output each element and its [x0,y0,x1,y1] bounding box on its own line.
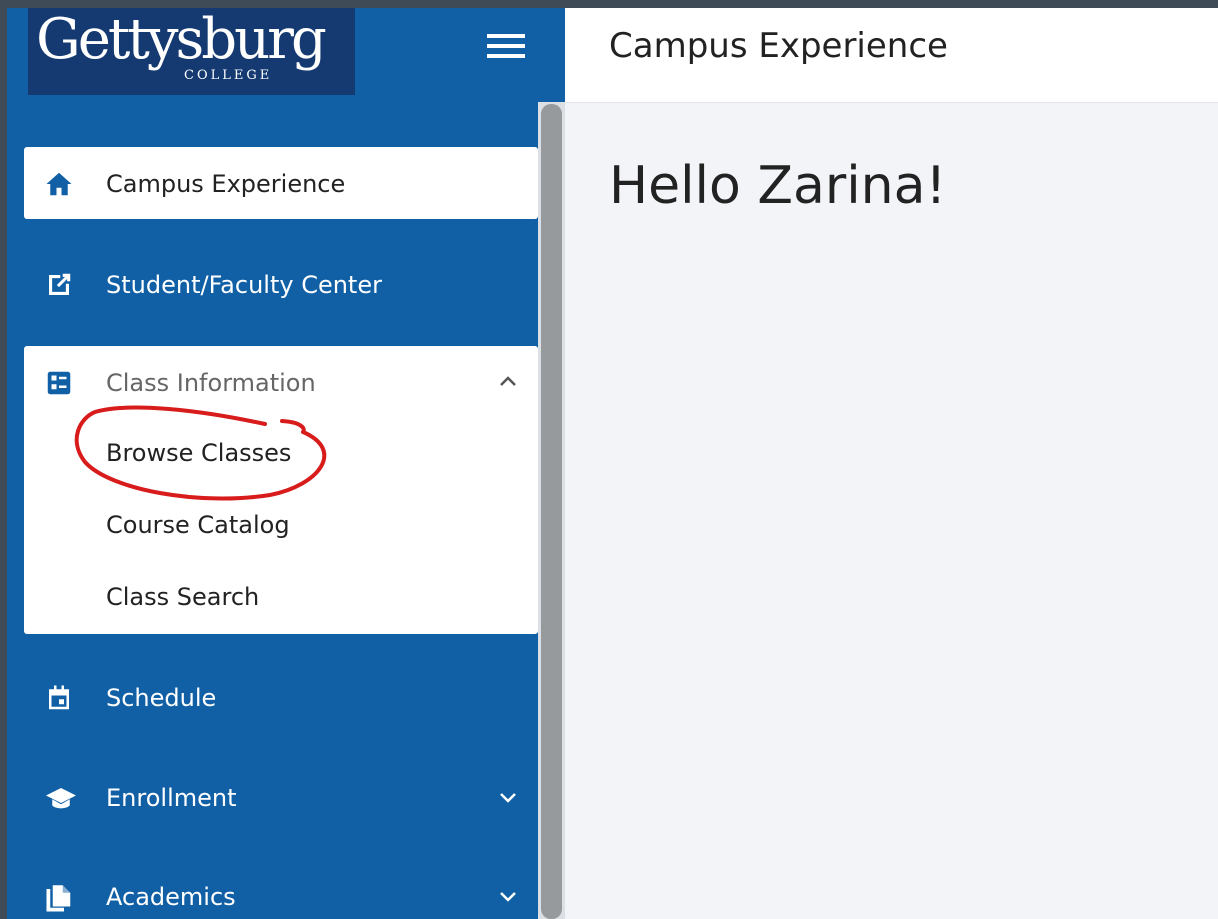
window-top-border [0,0,1218,8]
page-header: Campus Experience [565,8,1218,103]
chevron-down-icon[interactable] [496,785,520,809]
sidebar-item-label: Schedule [106,684,217,712]
sidebar-item-label: Campus Experience [106,170,346,198]
sidebar: Gettysburg COLLEGE Campus Experience Stu… [7,8,565,919]
sidebar-subitem-course-catalog[interactable]: Course Catalog [106,510,290,540]
sidebar-item-campus-experience[interactable]: Campus Experience [24,147,538,219]
sidebar-subitem-browse-classes[interactable]: Browse Classes [106,438,291,468]
sidebar-item-student-faculty-center[interactable]: Student/Faculty Center [24,248,538,320]
external-link-icon [44,270,74,300]
sidebar-item-label: Student/Faculty Center [106,271,382,299]
sidebar-item-label: Class Information [106,369,316,397]
greeting-heading: Hello Zarina! [609,156,947,216]
sidebar-item-label: Enrollment [106,784,237,812]
documents-icon [44,882,74,912]
sidebar-item-schedule[interactable]: Schedule [24,661,538,733]
chevron-up-icon[interactable] [496,370,520,394]
home-icon [44,169,74,199]
dashboard-icon [44,368,74,398]
sidebar-item-class-information[interactable]: Class Information [24,346,538,418]
graduation-cap-icon [44,783,76,813]
menu-toggle-icon[interactable] [487,34,525,58]
sidebar-scrollbar-thumb[interactable] [541,104,562,919]
sidebar-group-class-information: Class Information Browse Classes Course … [24,346,538,634]
sidebar-subitem-class-search[interactable]: Class Search [106,582,259,612]
logo-subtitle: COLLEGE [184,68,273,83]
main-content: Campus Experience Hello Zarina! [565,8,1218,919]
page-title: Campus Experience [609,26,948,66]
sidebar-item-academics[interactable]: Academics [24,860,538,919]
logo-name: Gettysburg [36,8,327,72]
calendar-icon [44,683,74,713]
window-left-border [0,0,7,919]
sidebar-item-label: Academics [106,883,236,911]
sidebar-item-enrollment[interactable]: Enrollment [24,761,538,833]
chevron-down-icon[interactable] [496,884,520,908]
college-logo[interactable]: Gettysburg COLLEGE [28,8,355,95]
